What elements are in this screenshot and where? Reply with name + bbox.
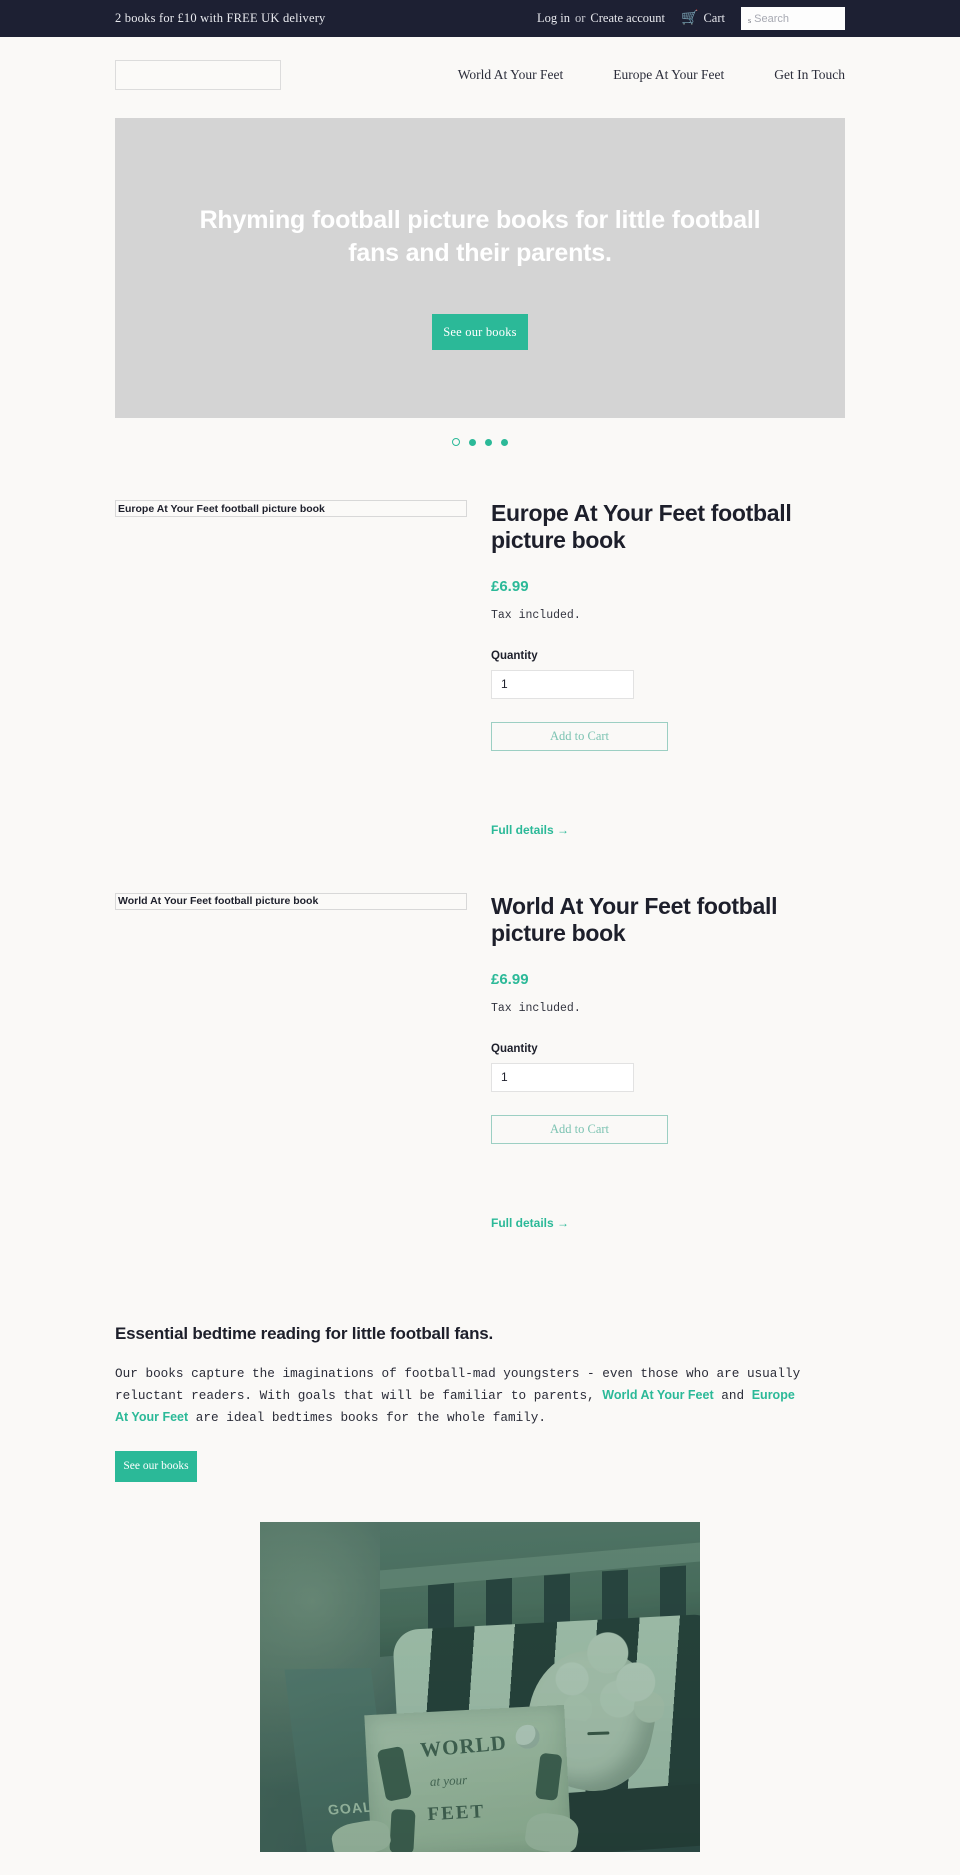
product-image-alt-text: Europe At Your Feet football picture boo… bbox=[115, 500, 467, 517]
product-image[interactable]: Europe At Your Feet football picture boo… bbox=[115, 500, 467, 839]
quantity-input[interactable] bbox=[491, 669, 634, 699]
nav-item-world-at-your-feet[interactable]: World At Your Feet bbox=[458, 67, 563, 83]
full-details-link[interactable]: Full details → bbox=[491, 823, 569, 837]
main-nav: World At Your Feet Europe At Your Feet G… bbox=[458, 67, 845, 83]
quantity-label: Quantity bbox=[491, 1042, 538, 1055]
carousel-dots bbox=[115, 438, 845, 446]
product-image-alt-text: World At Your Feet football picture book bbox=[115, 892, 467, 910]
hero-heading: Rhyming football picture books for littl… bbox=[199, 206, 761, 267]
carousel-dot-1[interactable] bbox=[452, 438, 460, 446]
feature-cta-button[interactable]: See our books bbox=[115, 1450, 197, 1482]
product-block: Europe At Your Feet football picture boo… bbox=[115, 446, 845, 839]
hero-slideshow: Rhyming football picture books for littl… bbox=[115, 118, 845, 446]
quantity-input[interactable] bbox=[491, 1062, 634, 1092]
feature-section: Essential bedtime reading for little foo… bbox=[115, 1232, 845, 1482]
photo-green-overlay bbox=[260, 1521, 700, 1852]
product-title: World At Your Feet football picture book bbox=[491, 892, 778, 946]
hero-cta-button[interactable]: See our books bbox=[432, 314, 528, 350]
cart-label: Cart bbox=[703, 11, 725, 25]
nav-item-europe-at-your-feet[interactable]: Europe At Your Feet bbox=[613, 67, 724, 83]
cart-link[interactable]: 🛒 Cart bbox=[681, 11, 725, 26]
login-link[interactable]: Log in bbox=[537, 11, 570, 26]
site-header: World At Your Feet Europe At Your Feet G… bbox=[0, 37, 960, 112]
photo-section: GOAL! WORLD at your FEET bbox=[115, 1521, 845, 1852]
quantity-label: Quantity bbox=[491, 649, 538, 662]
product-block: World At Your Feet football picture book… bbox=[115, 839, 845, 1232]
search-box[interactable]: s bbox=[741, 7, 845, 30]
carousel-dot-3[interactable] bbox=[485, 438, 492, 446]
cart-icon: 🛒 bbox=[681, 9, 699, 26]
full-details-link[interactable]: Full details → bbox=[491, 1216, 569, 1230]
feature-text-part3: are ideal bedtimes books for the whole f… bbox=[188, 1409, 547, 1425]
product-price: £6.99 bbox=[491, 970, 529, 988]
create-account-link[interactable]: Create account bbox=[590, 11, 665, 26]
feature-text-part2: and bbox=[713, 1387, 752, 1403]
login-separator: or bbox=[575, 11, 586, 25]
hero-slide: Rhyming football picture books for littl… bbox=[115, 118, 845, 418]
nav-item-get-in-touch[interactable]: Get In Touch bbox=[774, 67, 845, 83]
add-to-cart-button[interactable]: Add to Cart bbox=[491, 721, 668, 751]
search-input[interactable] bbox=[754, 12, 840, 25]
site-logo[interactable] bbox=[115, 59, 281, 90]
product-image[interactable]: World At Your Feet football picture book bbox=[115, 892, 467, 1232]
feature-paragraph: Our books capture the imaginations of fo… bbox=[115, 1363, 805, 1429]
tax-note: Tax included. bbox=[491, 608, 581, 622]
product-price: £6.99 bbox=[491, 577, 529, 595]
announcement-bar: 2 books for £10 with FREE UK delivery Lo… bbox=[0, 0, 960, 37]
product-title: Europe At Your Feet football picture boo… bbox=[491, 500, 792, 553]
homepage: 2 books for £10 with FREE UK delivery Lo… bbox=[0, 0, 960, 1852]
search-icon: s bbox=[748, 16, 752, 25]
bedtime-reading-photo: GOAL! WORLD at your FEET bbox=[260, 1521, 700, 1852]
carousel-dot-2[interactable] bbox=[469, 438, 476, 446]
feature-link-world[interactable]: World At Your Feet bbox=[602, 1388, 713, 1402]
promo-text: 2 books for £10 with FREE UK delivery bbox=[115, 11, 326, 25]
add-to-cart-button[interactable]: Add to Cart bbox=[491, 1114, 668, 1144]
tax-note: Tax included. bbox=[491, 1001, 581, 1015]
feature-heading: Essential bedtime reading for little foo… bbox=[115, 1323, 494, 1343]
carousel-dot-4[interactable] bbox=[501, 438, 508, 446]
